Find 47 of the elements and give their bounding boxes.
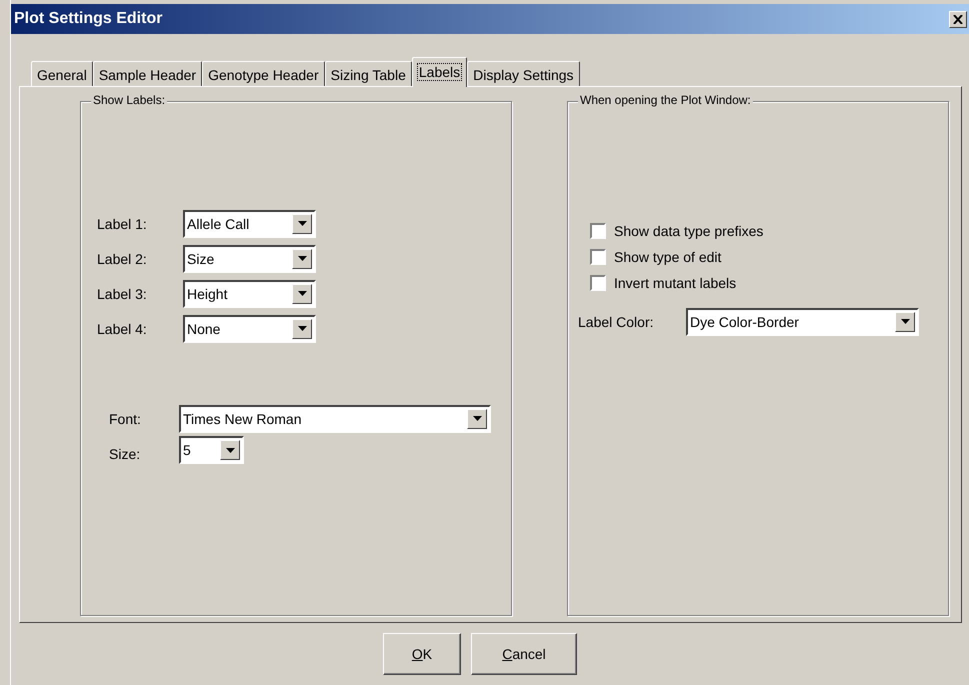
group-title: Show Labels: (91, 93, 168, 107)
tab[interactable]: Display Settings (467, 61, 580, 86)
caret-icon (298, 256, 306, 261)
field-label: Label 1: (97, 216, 148, 232)
field-label: Label 3: (97, 286, 148, 302)
dropdown-field[interactable]: Height (183, 280, 316, 308)
tab[interactable]: Genotype Header (202, 61, 325, 86)
dropdown-field[interactable]: Size (183, 244, 316, 272)
checkbox[interactable] (590, 275, 606, 291)
close-button[interactable] (949, 10, 967, 28)
tab[interactable]: Sample Header (92, 61, 202, 86)
field-label: Size: (108, 445, 142, 462)
window-title: Plot Settings Editor (14, 10, 162, 28)
dropdown-arrow-button[interactable] (292, 284, 312, 304)
checkbox-label: Invert mutant labels (614, 275, 736, 291)
checkbox[interactable] (590, 223, 606, 239)
caret-icon (298, 291, 306, 296)
dropdown-field[interactable]: Allele Call (183, 210, 316, 238)
group-title: When opening the Plot Window: (578, 93, 753, 107)
field-label: Font: (108, 410, 142, 426)
field-label: Label Color: (578, 314, 654, 330)
tab[interactable]: Sizing Table (324, 61, 412, 86)
dialog-button[interactable]: Cancel (471, 633, 577, 675)
checkbox-label: Show type of edit (614, 249, 722, 265)
dropdown-field[interactable]: Dye Color-Border (686, 308, 919, 336)
caret-icon (900, 319, 910, 324)
dropdown-field[interactable]: None (183, 314, 316, 342)
tab[interactable]: Labels (412, 57, 468, 87)
dropdown-arrow-button[interactable] (292, 318, 312, 338)
close-icon (953, 14, 963, 24)
tab[interactable]: General (31, 61, 93, 86)
field-label: Label 2: (97, 250, 148, 266)
caret-icon (472, 416, 482, 421)
dropdown-arrow-button[interactable] (292, 214, 312, 234)
caret-icon (298, 221, 306, 226)
dropdown-arrow-button[interactable] (220, 440, 240, 460)
field-label: Label 4: (97, 320, 148, 336)
dialog-button[interactable]: OK (383, 633, 461, 675)
dropdown-field[interactable]: 5 (179, 436, 244, 464)
dropdown-arrow-button[interactable] (467, 408, 487, 428)
checkbox-label: Show data type prefixes (614, 223, 764, 239)
checkbox[interactable] (590, 249, 606, 265)
dropdown-arrow-button[interactable] (292, 248, 312, 268)
dropdown-field[interactable]: Times New Roman (179, 404, 491, 432)
caret-icon (298, 326, 306, 331)
caret-icon (226, 448, 234, 452)
dropdown-arrow-button[interactable] (895, 312, 915, 332)
